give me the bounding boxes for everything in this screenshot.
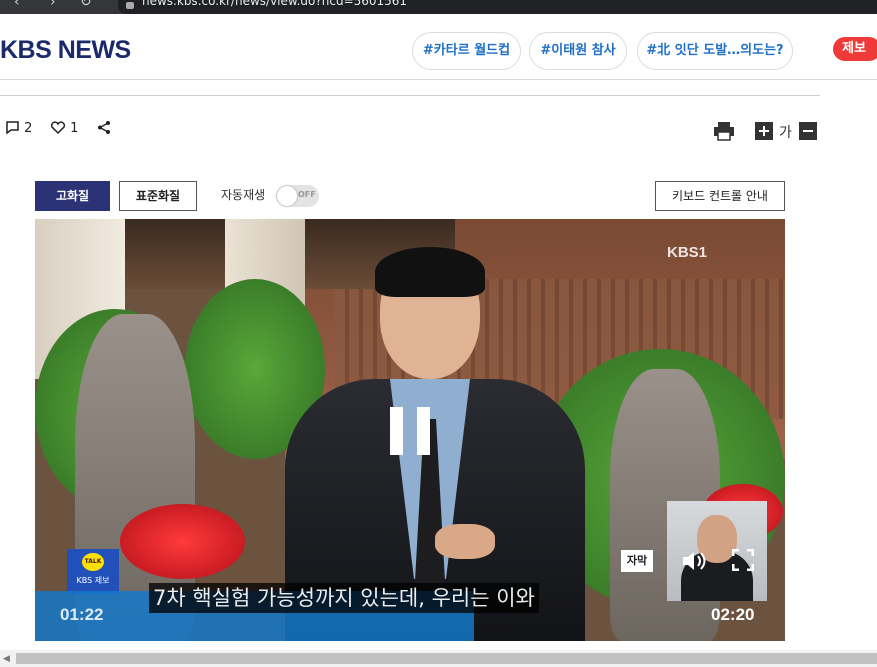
autoplay-state: OFF — [298, 190, 316, 199]
duration: 02:20 — [711, 605, 755, 624]
scrollbar-thumb[interactable] — [16, 653, 877, 664]
scroll-left-icon[interactable]: ◀ — [3, 654, 10, 664]
quality-standard-button[interactable]: 표준화질 — [119, 181, 197, 211]
comment-button[interactable]: 2 — [5, 120, 32, 136]
reload-icon[interactable]: ↻ — [80, 0, 92, 10]
font-increase-icon[interactable] — [755, 122, 773, 140]
caption-button[interactable]: 자막 — [621, 550, 653, 572]
share-button[interactable] — [97, 120, 112, 139]
fullscreen-icon[interactable] — [732, 549, 754, 571]
kakao-report-label: KBS 제보 — [76, 576, 110, 585]
heart-icon — [50, 121, 66, 135]
comment-count: 2 — [24, 121, 33, 136]
report-button[interactable]: 제보 — [833, 37, 877, 61]
divider — [0, 95, 820, 96]
kbs1-watermark: KBS1 — [667, 244, 708, 261]
toggle-knob — [277, 186, 297, 206]
font-decrease-icon[interactable] — [799, 122, 817, 140]
keyboard-guide-button[interactable]: 키보드 컨트롤 안내 — [655, 181, 785, 211]
share-icon — [98, 121, 110, 134]
video-scene-flowers — [120, 504, 245, 579]
horizontal-scrollbar[interactable]: ◀ — [0, 650, 877, 667]
volume-icon[interactable] — [681, 550, 709, 572]
forward-icon[interactable]: › — [50, 0, 56, 10]
comment-icon — [6, 121, 19, 135]
address-bar[interactable]: news.kbs.co.kr/news/view.do?ncd=5601561 — [118, 0, 877, 14]
quality-high-button[interactable]: 고화질 — [35, 181, 110, 211]
kakao-report-badge[interactable]: TALK KBS 제보 — [67, 549, 119, 594]
video-player[interactable]: KBS1 TALK KBS 제보 자막 7차 핵실험 가능성까지 있는데, 우리… — [35, 219, 785, 641]
lock-icon — [126, 2, 134, 9]
site-header: KBS NEWS #카타르 월드컵 #이태원 참사 #北 잇단 도발…의도는? … — [0, 14, 877, 80]
like-count: 1 — [70, 121, 79, 136]
like-button[interactable]: 1 — [50, 120, 78, 136]
tag-north-korea[interactable]: #北 잇단 도발…의도는? — [637, 32, 793, 70]
tag-worldcup[interactable]: #카타르 월드컵 — [412, 32, 521, 70]
back-icon[interactable]: ‹ — [14, 0, 20, 10]
video-scene-hair — [375, 247, 485, 297]
print-icon[interactable] — [712, 120, 736, 142]
kbs-news-logo[interactable]: KBS NEWS — [0, 36, 131, 65]
autoplay-toggle[interactable]: OFF — [276, 185, 319, 207]
font-size-label: 가 — [779, 125, 792, 141]
current-time: 01:22 — [60, 605, 104, 624]
video-scene-hand — [435, 524, 495, 559]
url-text: news.kbs.co.kr/news/view.do?ncd=5601561 — [142, 0, 408, 8]
autoplay-label: 자동재생 — [221, 188, 266, 202]
pause-icon[interactable] — [390, 407, 430, 455]
kakao-talk-icon: TALK — [82, 553, 104, 571]
video-subtitle: 7차 핵실험 가능성까지 있는데, 우리는 이와 — [149, 583, 539, 613]
tag-itaewon[interactable]: #이태원 참사 — [529, 32, 627, 70]
browser-toolbar: ‹ › ↻ news.kbs.co.kr/news/view.do?ncd=56… — [0, 0, 877, 14]
